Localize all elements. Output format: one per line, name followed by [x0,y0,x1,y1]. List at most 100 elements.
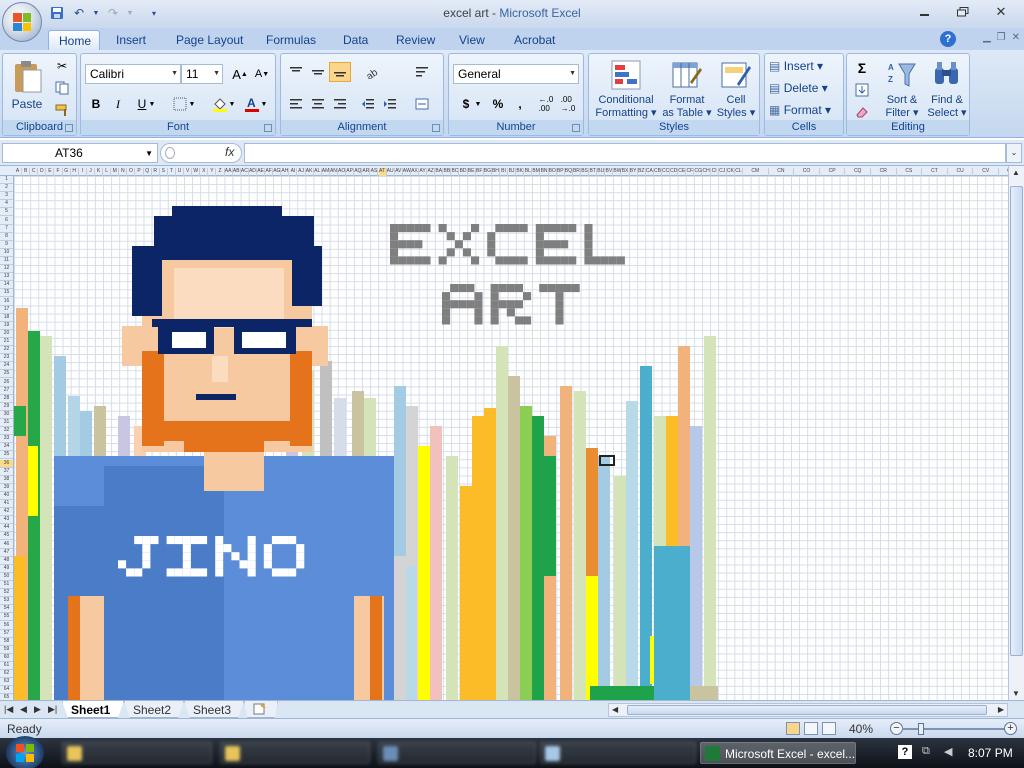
row-header[interactable]: 26 [0,379,13,387]
increase-indent-icon[interactable] [379,94,401,114]
fill-color-dropdown-icon[interactable]: ▼ [227,94,237,114]
column-header[interactable]: AB [233,168,241,176]
tab-data[interactable]: Data [333,30,378,50]
column-header[interactable]: AN [330,168,338,176]
alignment-launcher-icon[interactable] [432,124,440,132]
row-header[interactable]: 64 [0,686,13,695]
percent-button[interactable]: % [487,94,509,114]
column-header[interactable]: AG [273,168,282,176]
column-header[interactable]: BJ [508,168,517,176]
tab-review[interactable]: Review [386,30,445,50]
column-header[interactable]: G [63,168,71,176]
row-header[interactable]: 46 [0,541,13,549]
format-painter-icon[interactable] [51,100,73,120]
column-header[interactable]: BW [613,168,622,176]
row-header[interactable]: 29 [0,403,13,411]
column-header[interactable]: CM [743,168,769,176]
copy-icon[interactable] [51,78,73,98]
column-header[interactable]: B [22,168,31,176]
column-header[interactable]: BL [524,168,533,176]
workbook-minimize-icon[interactable]: ▁ [983,32,991,43]
row-header[interactable]: 62 [0,670,13,679]
first-sheet-icon[interactable]: |◀ [4,704,13,715]
insert-sheet-button[interactable] [244,701,278,718]
tab-home[interactable]: Home [48,30,100,50]
tab-insert[interactable]: Insert [106,30,156,50]
column-header[interactable]: P [136,168,144,176]
column-header[interactable]: AE [257,168,266,176]
formula-input[interactable] [244,143,1006,163]
row-header[interactable]: 22 [0,346,13,355]
column-header[interactable]: R [152,168,160,176]
row-header[interactable]: 3 [0,192,13,201]
column-header[interactable]: AY [419,168,428,176]
row-header[interactable]: 27 [0,387,13,395]
row-header[interactable]: 25 [0,370,13,379]
row-header[interactable]: 8 [0,233,13,241]
column-header[interactable]: W [192,168,201,176]
taskbar-item[interactable] [62,742,212,764]
column-header[interactable]: AX [411,168,419,176]
align-right-icon[interactable] [329,94,351,114]
row-header[interactable]: 52 [0,589,13,598]
increase-decimal-icon[interactable]: ←.0.00 [535,94,557,114]
column-header[interactable]: Z [217,168,225,176]
column-header[interactable]: CO [794,168,820,176]
row-header[interactable]: 7 [0,225,13,233]
row-header[interactable]: 20 [0,330,13,338]
column-header[interactable]: CH [703,168,711,176]
comma-button[interactable]: , [509,94,531,114]
column-header[interactable]: BA [435,168,444,176]
italic-button[interactable]: I [107,94,129,114]
row-header[interactable]: 34 [0,443,13,452]
row-header[interactable]: 11 [0,257,13,265]
column-header[interactable]: AC [241,168,249,176]
page-break-view-icon[interactable] [822,722,836,735]
column-header[interactable]: CS [897,168,923,176]
row-header[interactable]: 28 [0,395,13,403]
row-header[interactable]: 38 [0,476,13,484]
restore-icon[interactable] [944,2,982,22]
sort-filter-button[interactable]: AZ Sort & Filter ▾ [881,58,923,119]
column-header[interactable]: C [30,168,39,176]
column-header[interactable]: CU [948,168,974,176]
wrap-text-icon[interactable] [411,62,433,82]
row-header[interactable]: 43 [0,516,13,525]
column-header[interactable]: H [71,168,79,176]
row-header[interactable]: 50 [0,573,13,581]
normal-view-icon[interactable] [786,722,800,735]
bold-button[interactable]: B [85,94,107,114]
row-header[interactable]: 48 [0,557,13,565]
column-header[interactable]: BY [630,168,638,176]
row-header[interactable]: 35 [0,451,13,460]
fill-icon[interactable] [851,80,873,100]
column-header[interactable]: BU [597,168,606,176]
row-header[interactable]: 57 [0,630,13,638]
insert-button[interactable]: ▤ Insert ▾ [769,60,823,72]
column-header[interactable]: Q [144,168,152,176]
delete-button[interactable]: ▤ Delete ▾ [769,82,828,94]
column-header[interactable]: AR [362,168,371,176]
column-header[interactable]: AW [403,168,411,176]
row-header[interactable]: 24 [0,362,13,371]
column-header[interactable]: AI [289,168,298,176]
align-middle-icon[interactable] [307,62,329,82]
column-header[interactable]: BB [443,168,452,176]
clear-icon[interactable] [851,102,873,122]
column-header[interactable]: CE [678,168,687,176]
close-icon[interactable]: ✕ [982,2,1020,22]
insert-function-button[interactable]: fx [225,145,234,159]
row-header[interactable]: 55 [0,613,13,622]
currency-dropdown-icon[interactable]: ▼ [473,94,483,114]
column-header[interactable]: BE [468,168,476,176]
zoom-level[interactable]: 40% [849,722,873,736]
sheet-tab-1[interactable]: Sheet1 [62,701,124,718]
column-header[interactable]: BD [460,168,468,176]
next-sheet-icon[interactable]: ▶ [34,704,41,715]
row-header[interactable]: 37 [0,468,13,476]
merge-center-icon[interactable] [411,94,433,114]
sheet-tab-2[interactable]: Sheet2 [124,701,184,718]
prev-sheet-icon[interactable]: ◀ [20,704,27,715]
start-button[interactable] [6,736,44,768]
align-bottom-icon[interactable] [329,62,351,82]
